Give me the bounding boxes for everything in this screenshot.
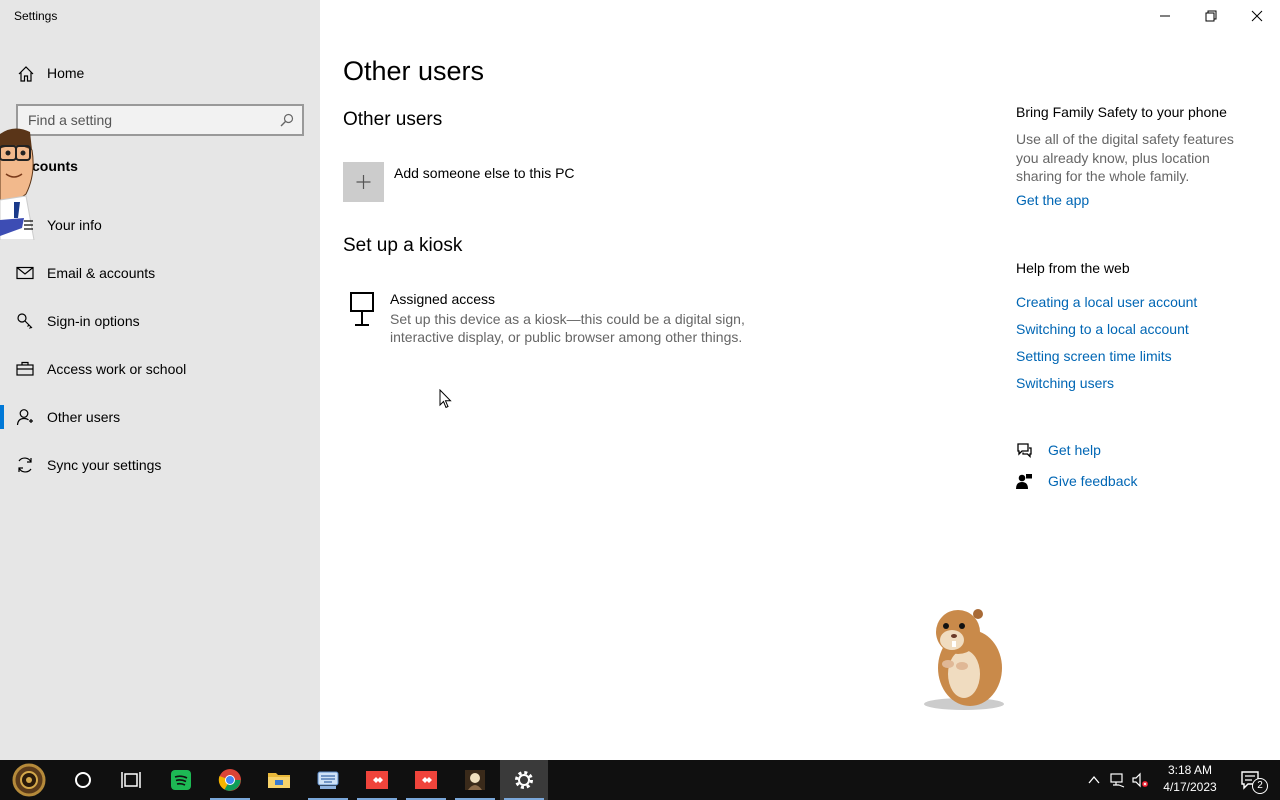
home-icon [18,66,34,82]
search-box[interactable] [16,104,304,136]
start-button[interactable] [10,760,58,800]
keyboard-app-icon [317,771,339,789]
key-icon [17,313,33,329]
cortana-icon [75,772,91,788]
family-safety-heading: Bring Family Safety to your phone [1016,104,1227,120]
sidebar-item-label: Access work or school [47,361,187,377]
restore-icon [1205,10,1217,22]
person-card-icon [24,220,33,230]
app-title: Settings [14,9,58,23]
settings-window: Settings Home counts Your info [0,0,1280,760]
briefcase-icon [16,361,34,376]
media-app-icon [465,770,485,790]
start-orb-icon [12,763,46,797]
settings-gear-icon [515,771,533,789]
chrome-icon [218,769,241,791]
close-icon [1251,10,1263,22]
taskbar-app-chrome[interactable] [206,760,254,800]
plus-icon [356,175,371,189]
sync-icon [18,457,32,473]
link-switching-local-account[interactable]: Switching to a local account [1016,321,1189,337]
give-feedback-button[interactable]: Give feedback [1016,471,1216,493]
help-heading: Help from the web [1016,260,1130,276]
taskbar-app-file-explorer[interactable] [255,760,303,800]
section-heading-accounts: counts [32,158,78,174]
assigned-access-button[interactable]: Assigned access Set up this device as a … [343,288,773,348]
link-switching-users[interactable]: Switching users [1016,375,1114,391]
taskbar-app-spotify[interactable] [157,760,205,800]
close-button[interactable] [1234,0,1280,32]
sidebar-item-sign-in-options[interactable]: Sign-in options [0,301,320,341]
action-center-button[interactable]: 2 [1232,760,1280,800]
sidebar-item-label: Other users [47,409,121,425]
search-input[interactable] [18,106,268,134]
sidebar: Settings Home counts Your info [0,0,320,760]
taskbar: 3:18 AM 4/17/2023 2 [0,760,1280,800]
give-feedback-label: Give feedback [1048,473,1138,489]
show-hidden-icons-chevron-icon[interactable] [1086,772,1102,788]
add-someone-label: Add someone else to this PC [394,165,575,181]
search-icon[interactable] [280,113,294,127]
other-users-heading: Other users [343,109,443,130]
link-screen-time-limits[interactable]: Setting screen time limits [1016,348,1172,364]
family-safety-description: Use all of the digital safety features y… [1016,131,1234,184]
kiosk-icon [350,292,374,326]
task-view-button[interactable] [107,760,155,800]
assigned-access-description: Set up this device as a kiosk—this could… [390,311,745,345]
sidebar-item-label: Email & accounts [47,265,156,281]
assigned-access-title: Assigned access [390,291,496,307]
clock-date: 4/17/2023 [1163,780,1217,794]
mouse-cursor [439,389,452,409]
add-someone-button[interactable]: Add someone else to this PC [343,162,603,202]
sidebar-item-label: Sign-in options [47,313,140,329]
sidebar-item-access-work-school[interactable]: Access work or school [0,349,320,389]
taskbar-clock[interactable]: 3:18 AM 4/17/2023 [1150,762,1230,798]
anydesk-icon [415,771,437,789]
folder-icon [268,773,290,788]
mail-icon [16,266,34,280]
sidebar-item-label: Your info [47,217,102,233]
taskbar-app-anydesk-2[interactable] [402,760,450,800]
link-creating-local-account[interactable]: Creating a local user account [1016,294,1197,310]
volume-muted-icon[interactable] [1132,772,1148,788]
taskbar-app-settings[interactable] [500,760,548,800]
cortana-button[interactable] [59,760,107,800]
minimize-icon [1160,15,1170,17]
chat-help-icon [1017,443,1032,458]
spotify-icon [171,770,191,790]
get-the-app-link[interactable]: Get the app [1016,192,1089,208]
page-title: Other users [343,56,485,86]
sidebar-item-home[interactable]: Home [0,56,320,92]
task-view-icon [121,772,141,788]
sidebar-item-your-info[interactable]: Your info [0,205,320,245]
hamster-sticker [924,609,1004,710]
sidebar-item-sync-settings[interactable]: Sync your settings [0,445,320,485]
taskbar-app-media[interactable] [451,760,499,800]
sidebar-item-label: Sync your settings [47,457,162,473]
kiosk-heading: Set up a kiosk [343,235,463,256]
sidebar-item-label: Home [47,65,85,81]
taskbar-app-anydesk[interactable] [353,760,401,800]
feedback-person-icon [1016,474,1032,489]
get-help-label: Get help [1048,442,1101,458]
network-icon[interactable] [1109,772,1125,788]
anydesk-icon [366,771,388,789]
sidebar-item-email-accounts[interactable]: Email & accounts [0,253,320,293]
notification-count-badge: 2 [1252,778,1268,794]
restore-button[interactable] [1188,0,1234,32]
sidebar-item-other-users[interactable]: Other users [0,397,320,437]
person-icon [16,409,33,426]
get-help-button[interactable]: Get help [1016,440,1216,462]
clock-time: 3:18 AM [1167,763,1213,777]
add-tile [343,162,384,202]
taskbar-app-keyboard[interactable] [304,760,352,800]
minimize-button[interactable] [1142,0,1188,32]
